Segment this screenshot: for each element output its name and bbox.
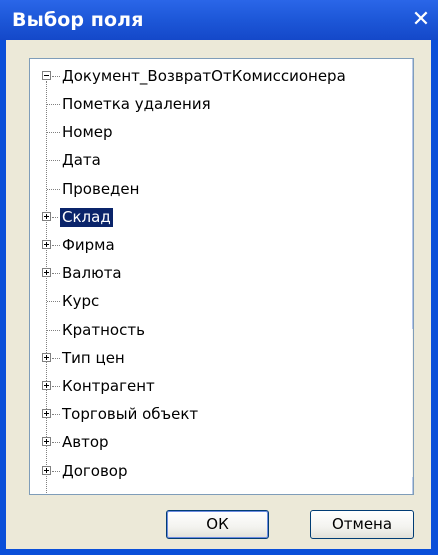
expand-icon[interactable] <box>42 240 51 249</box>
scroll-thumb[interactable] <box>412 76 413 329</box>
tree-item[interactable]: Курс <box>30 287 390 317</box>
tree-connector <box>47 160 60 162</box>
cancel-button[interactable]: Отмена <box>310 510 414 539</box>
tree-item-label: Кратность <box>62 320 145 339</box>
tree-connector <box>52 216 60 218</box>
expand-icon[interactable] <box>42 381 51 390</box>
tree-item[interactable]: Контрагент <box>30 372 390 402</box>
tree-item[interactable]: Автор <box>30 428 390 458</box>
expand-icon[interactable] <box>42 268 51 278</box>
tree-item[interactable]: Фирма <box>30 231 390 261</box>
expand-icon[interactable] <box>42 437 51 447</box>
tree-item-label: Торговый объект <box>62 405 199 424</box>
tree-item[interactable]: Номер <box>30 118 390 148</box>
scroll-up-arrow-icon[interactable]: ▲ <box>412 59 413 76</box>
scroll-down-arrow-icon[interactable]: ▼ <box>412 477 413 494</box>
expand-icon[interactable] <box>42 352 51 362</box>
tree-item-label: Пометка удаления <box>62 95 211 113</box>
tree-root[interactable]: Документ_ВозвратОтКомиссионера <box>30 62 390 92</box>
tree-item-label: Автор <box>62 433 109 452</box>
tree-item[interactable]: Кратность <box>30 316 390 346</box>
tree-connector <box>47 104 60 105</box>
tree-item[interactable]: Склад <box>30 203 390 233</box>
tree-item-label: Валюта <box>62 264 122 283</box>
field-tree[interactable]: Документ_ВозвратОтКомиссионера Пометка у… <box>29 58 414 495</box>
tree-connector <box>47 329 60 331</box>
vertical-scrollbar[interactable]: ▲ ▼ <box>412 59 413 494</box>
tree-connector <box>47 301 60 303</box>
tree-root-label: Документ_ВозвратОтКомиссионера <box>62 67 346 85</box>
collapse-icon[interactable] <box>42 71 51 80</box>
tree-item-label: Контрагент <box>62 377 155 395</box>
tree-connector <box>47 188 60 190</box>
dialog-body: Документ_ВозвратОтКомиссионера Пометка у… <box>6 40 431 549</box>
tree-item[interactable]: Торговый объект <box>30 400 390 430</box>
tree-connector <box>52 245 60 246</box>
tree-connector <box>47 132 60 134</box>
tree-item-label: Курс <box>62 292 100 311</box>
tree-item-label: Номер <box>62 123 113 142</box>
window-title: Выбор поля <box>12 9 144 31</box>
tree-connector <box>52 357 60 359</box>
title-bar[interactable]: Выбор поля ✕ <box>0 0 438 40</box>
tree-item-label: Тип цен <box>62 348 125 367</box>
field-selection-dialog: Выбор поля ✕ Документ_ВозвратОтКомиссион… <box>0 0 438 555</box>
close-icon[interactable]: ✕ <box>408 7 434 33</box>
tree-item[interactable]: Проведен <box>30 175 390 205</box>
tree-connector <box>52 386 60 387</box>
expand-icon[interactable] <box>42 211 51 221</box>
tree-item[interactable]: Пометка удаления <box>30 90 390 120</box>
ok-button[interactable]: ОК <box>166 510 269 539</box>
expand-icon[interactable] <box>42 465 51 475</box>
tree-item-label: Дата <box>62 151 101 170</box>
tree-connector <box>52 273 60 275</box>
tree-item-label: Фирма <box>62 236 115 254</box>
tree-item[interactable]: Договор <box>30 457 390 487</box>
tree-item-label: Договор <box>62 461 128 480</box>
tree-connector <box>52 470 60 472</box>
tree-item[interactable]: Дата <box>30 146 390 176</box>
tree-connector <box>52 442 60 444</box>
tree-item[interactable]: Тип цен <box>30 344 390 374</box>
expand-icon[interactable] <box>42 409 51 419</box>
tree-item-label: Проведен <box>62 179 140 198</box>
tree-connector <box>52 414 60 416</box>
tree-item[interactable]: Валюта <box>30 259 390 289</box>
tree-connector <box>52 76 60 77</box>
tree-item-label: Склад <box>59 206 114 228</box>
